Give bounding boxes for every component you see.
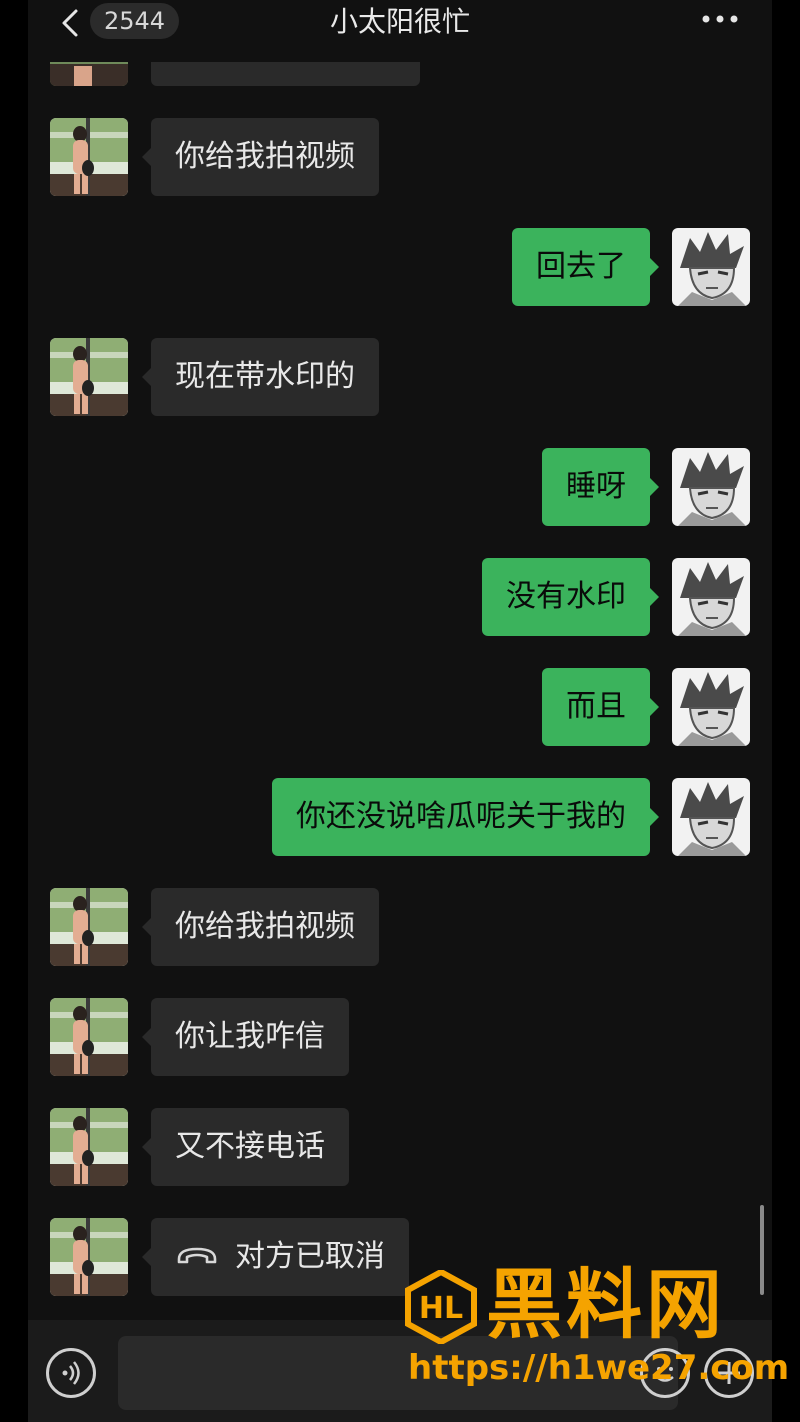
- contact-avatar[interactable]: [50, 338, 128, 416]
- more-actions-button[interactable]: [704, 1348, 754, 1398]
- message-text: 现在带水印的: [175, 359, 355, 394]
- message-bubble[interactable]: 回去了: [512, 228, 659, 306]
- my-avatar[interactable]: [672, 228, 750, 306]
- chat-window: 2544 小太阳很忙 你给我拍视频 回去了 现在带水印的 睡呀 没有水印 而且 …: [28, 0, 772, 1422]
- voice-input-button[interactable]: [46, 1348, 96, 1398]
- message-text: 对方已取消: [235, 1239, 385, 1274]
- emoji-icon: [656, 1367, 674, 1382]
- phone-hangup-icon: [177, 1247, 217, 1263]
- message-input[interactable]: [118, 1336, 678, 1410]
- message-text: 而且: [566, 689, 626, 724]
- emoji-button[interactable]: [640, 1348, 690, 1398]
- message-bubble[interactable]: 而且: [542, 668, 659, 746]
- message-bubble[interactable]: 对方已取消: [142, 1218, 409, 1296]
- message-text: 没有水印: [506, 579, 626, 614]
- message-text: 你让我咋信: [175, 1019, 325, 1054]
- plus-icon: [718, 1362, 740, 1384]
- input-toolbar: [28, 1320, 772, 1422]
- message-bubble[interactable]: 你给我拍视频: [142, 888, 379, 966]
- message-text: 你还没说啥瓜呢关于我的: [296, 799, 626, 834]
- message-bubble[interactable]: 没有水印: [482, 558, 659, 636]
- message-text: 睡呀: [566, 469, 626, 504]
- message-bubble[interactable]: 你让我咋信: [142, 998, 349, 1076]
- message-text: 回去了: [536, 249, 626, 284]
- message-bubble[interactable]: 现在带水印的: [142, 338, 379, 416]
- message-text: 又不接电话: [175, 1129, 325, 1164]
- chat-header: 2544 小太阳很忙: [28, 0, 772, 62]
- contact-avatar[interactable]: [50, 1218, 128, 1296]
- my-avatar[interactable]: [672, 558, 750, 636]
- contact-avatar[interactable]: [50, 1108, 128, 1186]
- message-bubble[interactable]: 又不接电话: [142, 1108, 349, 1186]
- more-options-icon[interactable]: [700, 12, 740, 26]
- my-avatar[interactable]: [672, 778, 750, 856]
- chat-title: 小太阳很忙: [329, 5, 470, 38]
- my-avatar[interactable]: [672, 668, 750, 746]
- contact-avatar[interactable]: [50, 998, 128, 1076]
- message-bubble[interactable]: 你给我拍视频: [142, 118, 379, 196]
- contact-avatar[interactable]: [50, 118, 128, 196]
- scrollbar[interactable]: [760, 1205, 764, 1295]
- message-text: 你给我拍视频: [175, 139, 355, 174]
- message-bubble[interactable]: 你还没说啥瓜呢关于我的: [272, 778, 659, 856]
- message-text: 你给我拍视频: [175, 909, 355, 944]
- my-avatar[interactable]: [672, 448, 750, 526]
- contact-avatar[interactable]: [50, 888, 128, 966]
- message-bubble[interactable]: 睡呀: [542, 448, 659, 526]
- voice-icon: [62, 1361, 80, 1385]
